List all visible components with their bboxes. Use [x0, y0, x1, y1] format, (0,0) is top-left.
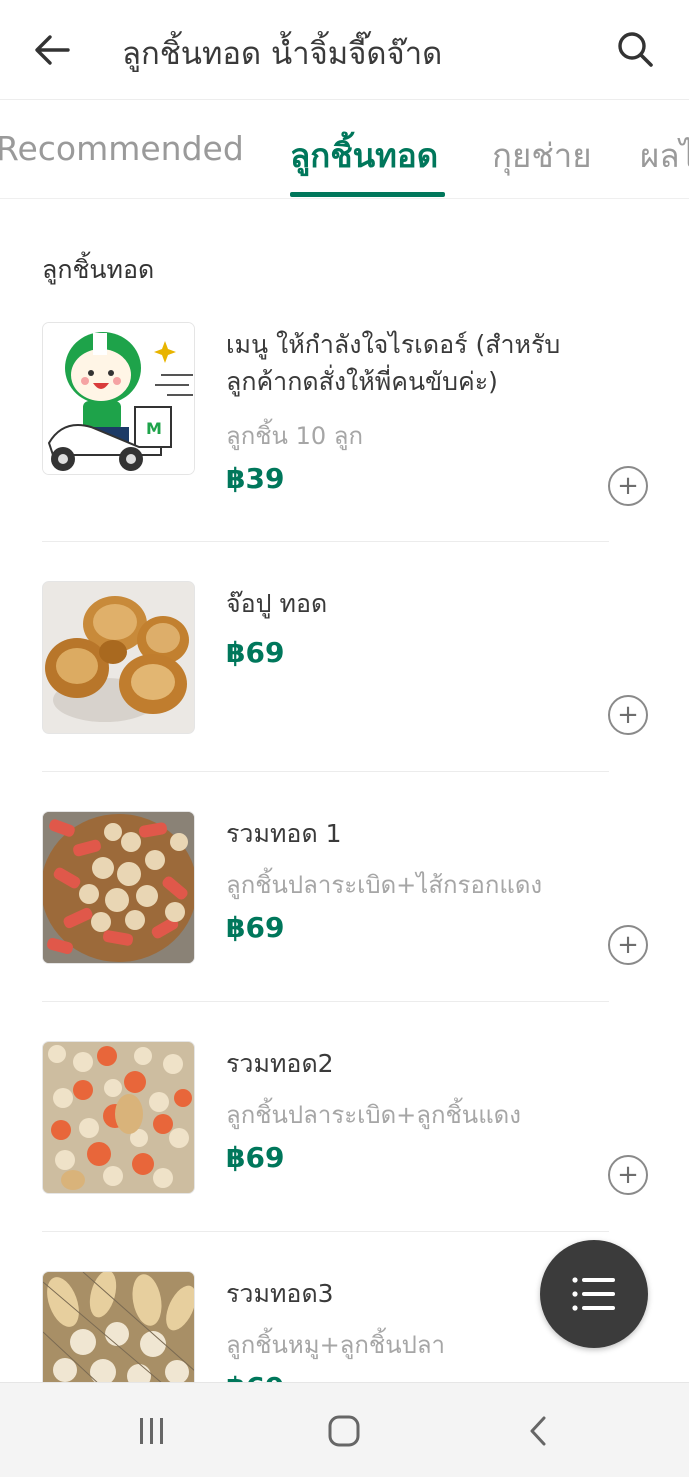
item-image — [42, 811, 195, 964]
item-image: M — [42, 322, 195, 475]
system-navigation-bar — [0, 1382, 689, 1477]
tab-fruits[interactable]: ผลไม้ — [640, 129, 689, 182]
item-image — [42, 581, 195, 734]
item-price: ฿69 — [226, 1371, 284, 1382]
item-name: รวมทอด 1 — [226, 819, 342, 848]
search-button[interactable] — [610, 24, 660, 74]
menu-item[interactable]: M เมนู ให้กำลังใจไรเดอร์ (สำหรับลูกค้ากด… — [0, 322, 689, 552]
store-title: ลูกชิ้นทอด น้ำจิ้มจี๊ดจ๊าด — [122, 36, 443, 72]
recent-apps-icon — [140, 1418, 163, 1444]
add-to-cart-button[interactable]: + — [608, 695, 648, 735]
active-tab-indicator — [290, 192, 445, 197]
category-menu-button[interactable] — [540, 1240, 648, 1348]
item-price: ฿69 — [226, 911, 285, 944]
item-description: ลูกชิ้น 10 ลูก — [226, 422, 363, 450]
item-image — [42, 1271, 195, 1382]
plus-icon: + — [617, 471, 639, 501]
recent-apps-button[interactable] — [130, 1411, 174, 1451]
menu-item[interactable]: จ๊อปู ทอด ฿69 + — [0, 581, 689, 811]
plus-icon: + — [617, 1160, 639, 1190]
back-button[interactable] — [28, 26, 76, 74]
item-price: ฿39 — [226, 462, 285, 495]
item-price: ฿69 — [226, 636, 285, 669]
menu-item[interactable]: รวมทอด 1 ลูกชิ้นปลาระเบิด+ไส้กรอกแดง ฿69… — [0, 811, 689, 1041]
home-icon — [328, 1415, 360, 1447]
item-price: ฿69 — [226, 1141, 285, 1174]
divider — [42, 771, 609, 772]
item-description: ลูกชิ้นปลาระเบิด+ลูกชิ้นแดง — [226, 1101, 521, 1129]
add-to-cart-button[interactable]: + — [608, 466, 648, 506]
add-to-cart-button[interactable]: + — [608, 925, 648, 965]
divider — [42, 1231, 609, 1232]
item-name: จ๊อปู ทอด — [226, 589, 328, 618]
plus-icon: + — [617, 930, 639, 960]
item-description: ลูกชิ้นหมู+ลูกชิ้นปลา — [226, 1331, 446, 1359]
menu-list-icon — [572, 1277, 615, 1311]
app-header: ลูกชิ้นทอด น้ำจิ้มจี๊ดจ๊าด — [0, 0, 689, 100]
item-name: รวมทอด2 — [226, 1049, 334, 1078]
search-icon — [618, 32, 653, 67]
item-name: เมนู ให้กำลังใจไรเดอร์ (สำหรับลูกค้ากดสั… — [226, 330, 561, 396]
add-to-cart-button[interactable]: + — [608, 1155, 648, 1195]
home-button[interactable] — [322, 1411, 366, 1451]
tab-fried-meatballs[interactable]: ลูกชิ้นทอด — [290, 129, 438, 182]
item-image — [42, 1041, 195, 1194]
nav-back-icon — [530, 1416, 546, 1446]
plus-icon: + — [617, 700, 639, 730]
section-title: ลูกชิ้นทอด — [42, 255, 155, 284]
category-tabs: Recommended ลูกชิ้นทอด กุยช่าย ผลไม้ — [0, 101, 689, 199]
item-description: ลูกชิ้นปลาระเบิด+ไส้กรอกแดง — [226, 871, 543, 899]
tab-chive-dumplings[interactable]: กุยช่าย — [492, 129, 592, 182]
menu-item[interactable]: รวมทอด2 ลูกชิ้นปลาระเบิด+ลูกชิ้นแดง ฿69 … — [0, 1041, 689, 1271]
arrow-left-icon — [35, 35, 70, 65]
tab-recommended[interactable]: Recommended — [0, 129, 244, 168]
divider — [42, 1001, 609, 1002]
divider — [42, 541, 609, 542]
system-back-button[interactable] — [516, 1411, 560, 1451]
svg-text:M: M — [146, 419, 162, 438]
